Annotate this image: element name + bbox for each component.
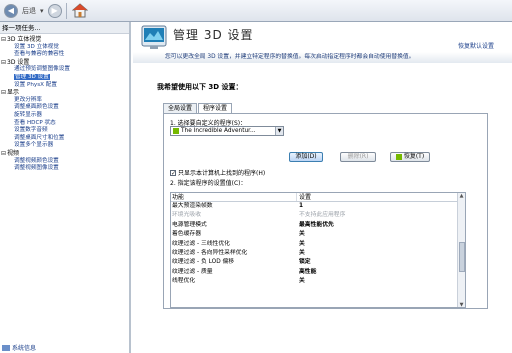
setting-row[interactable]: 纹理过滤 - 各向异性采样优化 关 xyxy=(171,249,465,258)
setting-feature: 纹理过滤 - 各向异性采样优化 xyxy=(172,249,248,256)
back-icon[interactable]: ◀ xyxy=(4,3,18,18)
section-title: 我希望使用以下 3D 设置： xyxy=(157,83,243,91)
step2-label: 2. 指定该程序的设置值(C)： xyxy=(170,180,247,187)
setting-feature: 纹理过滤 - 负 LOD 偏移 xyxy=(172,259,235,266)
category-label: 3D 立体视觉 xyxy=(7,36,42,43)
task-item[interactable]: 设置 PhysX 配置 xyxy=(0,82,129,90)
setting-value[interactable]: 1 xyxy=(297,202,465,211)
task-item[interactable]: 通过预览调整图像设置 xyxy=(0,66,129,74)
system-info-label: 系统信息 xyxy=(12,345,37,352)
setting-value[interactable]: 高性能 xyxy=(297,268,465,277)
show-local-programs-option[interactable]: ✓ 只显示本计算机上找到的程序(H) xyxy=(170,168,265,177)
system-info-icon xyxy=(2,344,10,351)
grid-body: 最大预渲染帧数 1 环境光吸收 不支持此应用程序 电源管理模式 最高性能优先 着色缓存器关纹… xyxy=(171,202,465,287)
setting-value[interactable]: 关 xyxy=(297,249,465,258)
task-item[interactable]: 调整视频颜色设置 xyxy=(0,158,129,166)
setting-row[interactable]: 线程优化 关 xyxy=(171,277,465,286)
setting-feature: 电源管理模式 xyxy=(172,221,207,228)
setting-feature: 着色缓存器 xyxy=(172,231,201,238)
column-header-feature[interactable]: 功能 xyxy=(171,193,297,201)
setting-value[interactable]: 关 xyxy=(297,277,465,286)
setting-feature: 纹理过滤 - 质量 xyxy=(172,268,213,275)
task-item[interactable]: 查看与兼容的兼容性 xyxy=(0,51,129,59)
setting-value[interactable]: 关 xyxy=(297,240,465,249)
program-select[interactable]: The Incredible Adventur... ▼ xyxy=(170,126,284,136)
grid-header: 功能 设置 xyxy=(171,193,465,202)
setting-feature: 最大预渲染帧数 xyxy=(172,203,213,209)
task-item[interactable]: 旋转显示器 xyxy=(0,112,129,120)
remove-program-button[interactable]: 删除(R) xyxy=(340,152,376,162)
forward-icon[interactable]: ▶ xyxy=(47,3,62,18)
show-local-programs-label: 只显示本计算机上找到的程序(H) xyxy=(178,170,266,177)
nvidia-icon xyxy=(395,154,402,160)
toolbar: ◀ 后退 ▾ ▶ xyxy=(0,0,512,22)
setting-feature: 纹理过滤 - 三线性优化 xyxy=(172,240,230,247)
category-3d-stereo[interactable]: ⊟ 3D 立体视觉 xyxy=(0,36,129,44)
task-item[interactable]: 调整桌面颜色设置 xyxy=(0,104,129,112)
setting-value[interactable]: 不支持此应用程序 xyxy=(297,211,465,220)
main-content: 管理 3D 设置 恢复默认设置 您可以更改全局 3D 设置，并建立特定程序的替换… xyxy=(133,22,512,353)
setting-row[interactable]: 纹理过滤 - 质量 高性能 xyxy=(171,268,465,277)
scrollbar-thumb[interactable] xyxy=(459,242,465,272)
chevron-down-icon[interactable]: ▼ xyxy=(275,127,283,135)
page-title: 管理 3D 设置 xyxy=(173,28,254,42)
setting-row[interactable]: 着色缓存器 关 xyxy=(171,230,465,239)
page-header: 管理 3D 设置 恢复默认设置 xyxy=(133,22,512,52)
program-select-value: The Incredible Adventur... xyxy=(181,128,256,134)
task-item[interactable]: 设置数字音频 xyxy=(0,127,129,135)
settings-grid: 功能 设置 最大预渲染帧数 1 环境光吸收 不支持此应用程序 电源管理模式 最高性能优先着… xyxy=(170,192,466,308)
setting-row[interactable]: 最大预渲染帧数 1 xyxy=(171,202,465,211)
setting-row[interactable]: 纹理过滤 - 负 LOD 偏移 锁定 xyxy=(171,258,465,267)
back-dropdown-icon[interactable]: ▾ xyxy=(40,7,44,15)
home-icon[interactable] xyxy=(71,2,89,20)
setting-row[interactable]: 纹理过滤 - 三线性优化 关 xyxy=(171,240,465,249)
column-header-setting[interactable]: 设置 xyxy=(297,193,465,201)
add-program-button[interactable]: 添加(D) xyxy=(289,152,323,162)
setting-value[interactable]: 最高性能优先 xyxy=(297,221,465,230)
task-panel-header: 择一项任务... xyxy=(0,22,129,34)
restore-defaults-link[interactable]: 恢复默认设置 xyxy=(458,41,494,50)
show-local-programs-checkbox[interactable]: ✓ xyxy=(170,169,176,176)
task-tree: ⊟ 3D 立体视觉 设置 3D 立体视觉 查看与兼容的兼容性 ⊟ 3D 设置 通过预… xyxy=(0,34,129,173)
category-video[interactable]: ⊟ 视频 xyxy=(0,150,129,158)
setting-value[interactable]: 关 xyxy=(297,230,465,239)
category-label: 显示 xyxy=(7,89,20,97)
setting-row[interactable]: 电源管理模式 最高性能优先 xyxy=(171,221,465,230)
task-item[interactable]: 调整视频图像设置 xyxy=(0,165,129,173)
program-settings-panel: 1. 选择要自定义的程序(S)： The Incredible Adventur… xyxy=(163,113,488,309)
scroll-up-icon[interactable]: ▲ xyxy=(458,193,465,200)
setting-feature: 环境光吸收 xyxy=(172,212,201,219)
settings-tabs: 全局设置 程序设置 xyxy=(163,103,233,114)
grid-scrollbar[interactable]: ▲ ▼ xyxy=(457,193,465,307)
category-label: 视频 xyxy=(7,149,20,157)
setting-feature: 线程优化 xyxy=(172,278,196,285)
task-panel: 择一项任务... ⊟ 3D 立体视觉 设置 3D 立体视觉 查看与兼容的兼容性 ⊟… xyxy=(0,22,131,353)
task-item[interactable]: 查看 HDCP 状态 xyxy=(0,120,129,128)
setting-row[interactable]: 环境光吸收 不支持此应用程序 xyxy=(171,211,465,220)
setting-value[interactable]: 锁定 xyxy=(297,258,465,267)
task-item[interactable]: 设置多个显示器 xyxy=(0,142,129,150)
task-item-manage-3d-settings[interactable]: 管理 3D 设置 xyxy=(0,73,129,82)
back-button-label[interactable]: 后退 xyxy=(22,6,36,16)
tab-global-settings[interactable]: 全局设置 xyxy=(163,103,198,113)
3d-settings-icon xyxy=(139,23,169,51)
scroll-down-icon[interactable]: ▼ xyxy=(458,302,465,307)
category-display[interactable]: ⊟ 显示 xyxy=(0,89,129,97)
restore-program-button[interactable]: 恢复(T) xyxy=(390,152,430,162)
program-icon xyxy=(173,128,179,134)
system-info-link[interactable]: 系统信息 xyxy=(2,343,36,352)
page-description: 您可以更改全局 3D 设置，并建立特定程序的替换值。每次启动指定程序时都会自动使… xyxy=(133,52,512,63)
toolbar-separator xyxy=(65,2,67,19)
